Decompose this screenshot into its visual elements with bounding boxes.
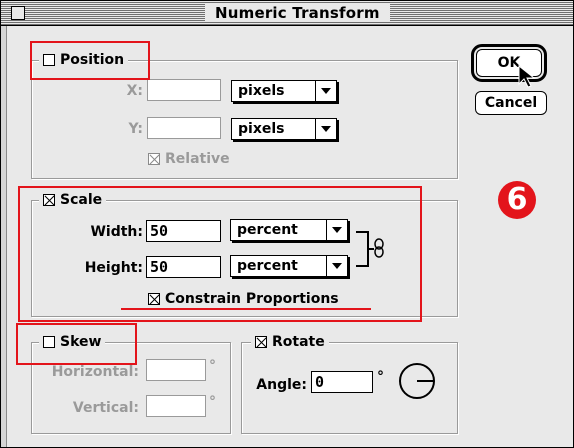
rotate-label: Rotate <box>272 334 325 350</box>
height-field[interactable]: 50 <box>146 256 221 278</box>
horizontal-label: Horizontal: <box>51 364 139 380</box>
horizontal-field[interactable] <box>146 359 206 381</box>
rotate-checkbox[interactable] <box>255 336 267 348</box>
height-unit-value: percent <box>237 258 298 274</box>
y-unit-value: pixels <box>238 121 285 137</box>
x-field[interactable] <box>147 79 221 101</box>
scale-label: Scale <box>60 192 103 208</box>
skew-label: Skew <box>60 334 102 350</box>
angle-label: Angle: <box>256 377 307 393</box>
height-label: Height: <box>84 260 143 276</box>
x-label: X: <box>126 83 143 99</box>
chevron-down-icon <box>326 220 347 240</box>
x-unit-value: pixels <box>238 83 285 99</box>
y-field[interactable] <box>147 117 221 139</box>
constrain-option[interactable]: Constrain Proportions <box>148 291 339 307</box>
constrain-checkbox[interactable] <box>148 293 160 305</box>
annotation-constrain-underline <box>121 308 371 310</box>
numeric-transform-dialog: Numeric Transform Position X: pixels Y: … <box>0 0 574 448</box>
skew-legend[interactable]: Skew <box>39 333 106 351</box>
width-field[interactable]: 50 <box>146 220 221 242</box>
width-unit-popup[interactable]: percent <box>230 219 348 241</box>
skew-checkbox[interactable] <box>43 336 55 348</box>
chevron-down-icon <box>315 119 336 139</box>
chevron-down-icon <box>326 256 347 276</box>
ok-button-label: OK <box>497 55 521 71</box>
angle-field[interactable]: 0 <box>311 371 373 393</box>
position-label: Position <box>60 52 125 68</box>
rotate-legend[interactable]: Rotate <box>251 333 329 351</box>
vertical-label: Vertical: <box>72 400 139 416</box>
height-unit-popup[interactable]: percent <box>230 255 348 277</box>
angle-dial-icon[interactable] <box>397 361 437 401</box>
cancel-button-label: Cancel <box>484 95 538 111</box>
title-bar[interactable]: Numeric Transform <box>1 1 573 26</box>
mouse-cursor-icon <box>518 65 536 88</box>
scale-legend[interactable]: Scale <box>39 191 107 209</box>
step-number-badge: 6 <box>498 181 536 219</box>
cancel-button[interactable]: Cancel <box>475 91 547 115</box>
chain-link-icon[interactable] <box>354 230 394 270</box>
relative-label: Relative <box>165 151 230 167</box>
window-edge <box>1 26 7 447</box>
relative-checkbox[interactable] <box>148 153 160 165</box>
skew-group <box>31 342 231 434</box>
y-unit-popup[interactable]: pixels <box>231 118 337 140</box>
relative-option[interactable]: Relative <box>148 151 230 167</box>
vertical-field[interactable] <box>146 395 206 417</box>
window-title: Numeric Transform <box>205 3 390 22</box>
y-label: Y: <box>128 121 143 137</box>
close-box-icon[interactable] <box>11 6 25 20</box>
angle-degree: ° <box>377 369 384 385</box>
scale-checkbox[interactable] <box>43 194 55 206</box>
position-checkbox[interactable] <box>43 54 55 66</box>
horizontal-degree: ° <box>209 358 216 374</box>
position-legend[interactable]: Position <box>39 51 129 69</box>
vertical-degree: ° <box>209 394 216 410</box>
width-unit-value: percent <box>237 222 298 238</box>
x-unit-popup[interactable]: pixels <box>231 80 337 102</box>
constrain-label: Constrain Proportions <box>165 291 339 307</box>
width-label: Width: <box>90 224 143 240</box>
chevron-down-icon <box>315 81 336 101</box>
